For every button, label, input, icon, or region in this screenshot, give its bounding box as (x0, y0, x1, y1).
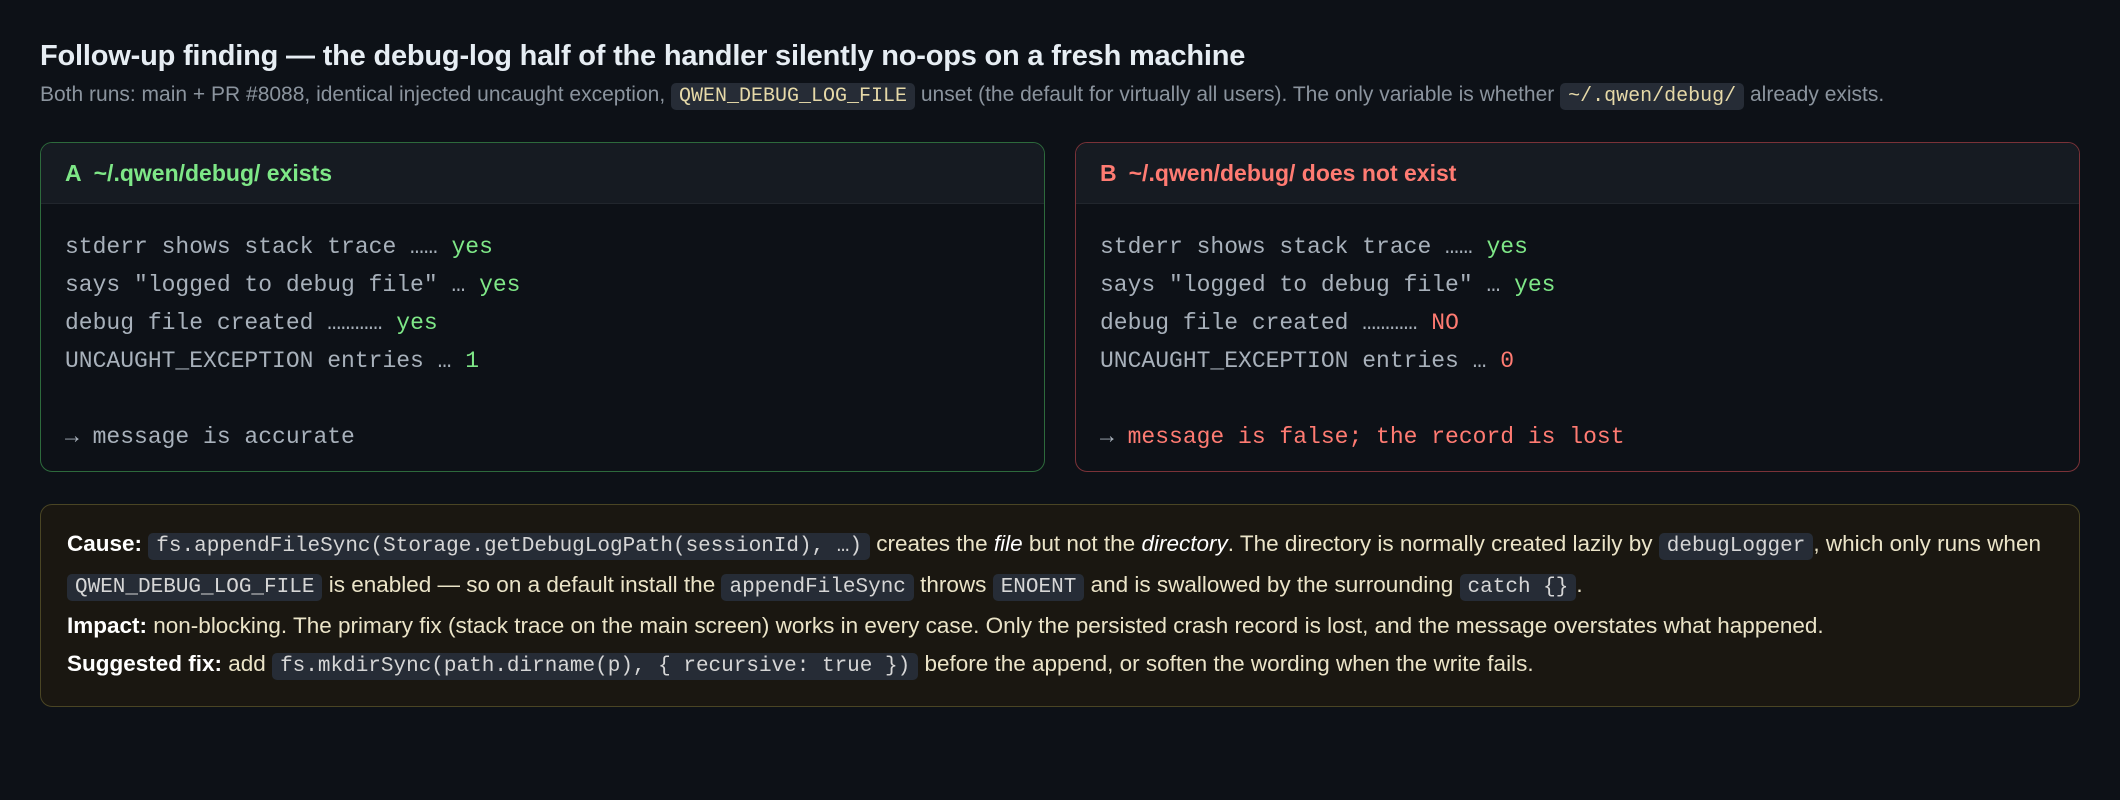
row-label: says "logged to debug file" … (1100, 272, 1515, 298)
result-row: UNCAUGHT_EXCEPTION entries … 1 (65, 342, 1020, 380)
arrow-glyph: → (1100, 424, 1128, 450)
inline-code: appendFileSync (721, 574, 914, 601)
text: throws (913, 572, 993, 597)
text: . (1576, 572, 1583, 597)
row-value: 0 (1500, 348, 1515, 374)
result-row: stderr shows stack trace …… yes (65, 228, 1020, 266)
result-row: UNCAUGHT_EXCEPTION entries … 0 (1100, 342, 2055, 380)
cause-paragraph: Cause: fs.appendFileSync(Storage.getDebu… (67, 525, 2053, 607)
panel-b-body: stderr shows stack trace …… yes says "lo… (1076, 204, 2079, 456)
inline-code: fs.mkdirSync(path.dirname(p), { recursiv… (272, 653, 919, 680)
panel-b-header: B ~/.qwen/debug/ does not exist (1076, 143, 2079, 204)
inline-code: fs.appendFileSync(Storage.getDebugLogPat… (148, 533, 871, 560)
result-row: debug file created ………… NO (1100, 304, 2055, 342)
impact-paragraph: Impact: non-blocking. The primary fix (s… (67, 607, 2053, 645)
inline-code: catch {} (1459, 574, 1577, 601)
text: . The directory is normally created lazi… (1227, 531, 1659, 556)
text: but not the (1022, 531, 1142, 556)
inline-code: QWEN_DEBUG_LOG_FILE (67, 574, 323, 601)
row-value: yes (396, 310, 438, 336)
row-value: yes (451, 234, 493, 260)
row-value: yes (479, 272, 521, 298)
row-label: UNCAUGHT_EXCEPTION entries … (65, 348, 466, 374)
emphasis: file (993, 531, 1023, 556)
page-title: Follow-up finding — the debug-log half o… (40, 40, 1246, 72)
panel-a-title: ~/.qwen/debug/ exists (93, 159, 332, 186)
row-label: says "logged to debug file" … (65, 272, 480, 298)
row-label: stderr shows stack trace …… (65, 234, 452, 260)
fix-paragraph: Suggested fix: add fs.mkdirSync(path.dir… (67, 645, 2053, 686)
row-value: yes (1486, 234, 1528, 260)
emphasis: directory (1141, 531, 1228, 556)
text: , which only runs when (1813, 531, 2041, 556)
result-row: says "logged to debug file" … yes (1100, 266, 2055, 304)
row-value: 1 (465, 348, 480, 374)
subtitle-text: Both runs: main + PR #8088, identical in… (40, 83, 671, 106)
row-label: debug file created ………… (65, 310, 397, 336)
fix-label: Suggested fix: (67, 651, 223, 676)
inline-code: debugLogger (1658, 533, 1814, 560)
panel-a-body: stderr shows stack trace …… yes says "lo… (41, 204, 1044, 456)
text: non-blocking. The primary fix (stack tra… (147, 613, 1824, 638)
row-label: debug file created ………… (1100, 310, 1432, 336)
conclusion-text: message is false; the record is lost (1127, 424, 1625, 450)
inline-code: ENOENT (992, 574, 1085, 601)
subtitle-text: unset (the default for virtually all use… (915, 83, 1561, 106)
row-label: stderr shows stack trace …… (1100, 234, 1487, 260)
cause-label: Cause: (67, 531, 143, 556)
row-value: yes (1514, 272, 1556, 298)
impact-label: Impact: (67, 613, 148, 638)
cause-callout: Cause: fs.appendFileSync(Storage.getDebu… (40, 504, 2080, 707)
panel-b-title: ~/.qwen/debug/ does not exist (1128, 159, 1457, 186)
result-row: debug file created ………… yes (65, 304, 1020, 342)
panel-b: B ~/.qwen/debug/ does not exist stderr s… (1075, 142, 2080, 472)
comparison-panels: A ~/.qwen/debug/ exists stderr shows sta… (40, 142, 2080, 472)
panel-a-letter: A (65, 159, 82, 186)
subtitle: Both runs: main + PR #8088, identical in… (40, 81, 2080, 110)
result-row: says "logged to debug file" … yes (65, 266, 1020, 304)
text: before the append, or soften the wording… (918, 651, 1534, 676)
text: and is swallowed by the surrounding (1084, 572, 1460, 597)
panel-b-conclusion: → message is false; the record is lost (1100, 418, 2055, 456)
text: is enabled — so on a default install the (322, 572, 722, 597)
report: Follow-up finding — the debug-log half o… (40, 40, 2080, 707)
panel-b-letter: B (1100, 159, 1117, 186)
panel-a-header: A ~/.qwen/debug/ exists (41, 143, 1044, 204)
result-row: stderr shows stack trace …… yes (1100, 228, 2055, 266)
text: creates the (870, 531, 994, 556)
row-value: NO (1431, 310, 1459, 336)
panel-a-conclusion: → message is accurate (65, 424, 355, 450)
debug-dir-code: ~/.qwen/debug/ (1560, 83, 1745, 110)
text: add (222, 651, 273, 676)
row-label: UNCAUGHT_EXCEPTION entries … (1100, 348, 1501, 374)
env-var-code: QWEN_DEBUG_LOG_FILE (670, 83, 916, 110)
subtitle-text: already exists. (1744, 83, 1885, 106)
panel-a: A ~/.qwen/debug/ exists stderr shows sta… (40, 142, 1045, 472)
